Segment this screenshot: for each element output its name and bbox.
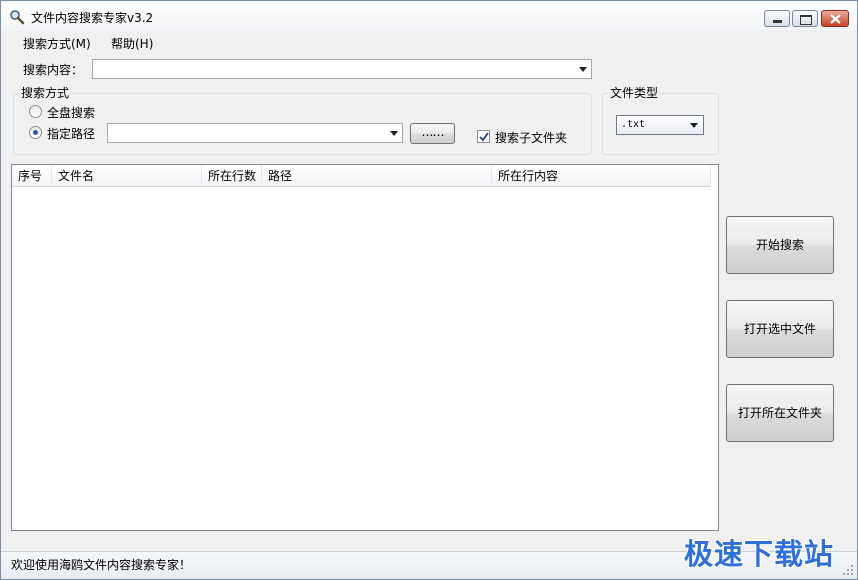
radio-specific-path[interactable]: [29, 126, 42, 139]
results-header: 序号 文件名 所在行数 路径 所在行内容: [12, 165, 711, 187]
radio-specific-path-label[interactable]: 指定路径: [47, 125, 95, 142]
results-list[interactable]: 序号 文件名 所在行数 路径 所在行内容: [11, 164, 719, 531]
search-content-input[interactable]: [92, 59, 592, 79]
watermark: 极速下载站: [684, 537, 835, 571]
open-selected-file-button[interactable]: 打开选中文件: [726, 300, 834, 358]
browse-button[interactable]: ……: [410, 123, 455, 144]
menu-help[interactable]: 帮助(H): [111, 35, 153, 52]
close-icon: [830, 14, 841, 24]
subfolder-label[interactable]: 搜索子文件夹: [495, 129, 567, 146]
magnifier-icon: [9, 9, 25, 25]
minimize-button[interactable]: [764, 10, 790, 27]
radio-all-disks[interactable]: [29, 105, 42, 118]
chevron-down-icon[interactable]: [579, 67, 587, 72]
close-button[interactable]: [821, 10, 849, 27]
window-title: 文件内容搜索专家v3.2: [31, 11, 154, 25]
file-type-select[interactable]: .txt: [616, 115, 704, 135]
column-index[interactable]: 序号: [12, 165, 52, 187]
open-containing-folder-button[interactable]: 打开所在文件夹: [726, 384, 834, 442]
radio-all-disks-label[interactable]: 全盘搜索: [47, 104, 95, 121]
file-type-group-title: 文件类型: [608, 84, 661, 101]
chevron-down-icon[interactable]: [390, 131, 398, 136]
column-filename[interactable]: 文件名: [52, 165, 202, 187]
title-bar[interactable]: 文件内容搜索专家v3.2: [1, 1, 857, 31]
search-mode-group-title: 搜索方式: [19, 84, 72, 101]
app-window: 文件内容搜索专家v3.2 搜索方式(M) 帮助(H) 搜索内容： 搜索方式 全盘…: [0, 0, 858, 580]
file-type-value: .txt: [621, 119, 646, 130]
client-area: 搜索内容： 搜索方式 全盘搜索 指定路径 …… 搜索子文件夹 文件类型 .txt: [1, 53, 857, 551]
column-line-content[interactable]: 所在行内容: [492, 165, 711, 187]
start-search-button[interactable]: 开始搜索: [726, 216, 834, 274]
path-combo[interactable]: [107, 123, 403, 143]
search-content-label: 搜索内容：: [23, 63, 84, 77]
status-text: 欢迎使用海鸥文件内容搜索专家！: [11, 558, 192, 572]
menu-search-mode[interactable]: 搜索方式(M): [23, 35, 91, 52]
checkmark-icon: [479, 132, 489, 142]
menu-bar: 搜索方式(M) 帮助(H): [1, 31, 857, 53]
subfolder-checkbox[interactable]: [477, 130, 490, 143]
resize-grip-icon[interactable]: [843, 565, 853, 575]
chevron-down-icon[interactable]: [690, 123, 698, 128]
column-line-number[interactable]: 所在行数: [202, 165, 262, 187]
column-path[interactable]: 路径: [262, 165, 492, 187]
maximize-button[interactable]: [792, 10, 818, 27]
